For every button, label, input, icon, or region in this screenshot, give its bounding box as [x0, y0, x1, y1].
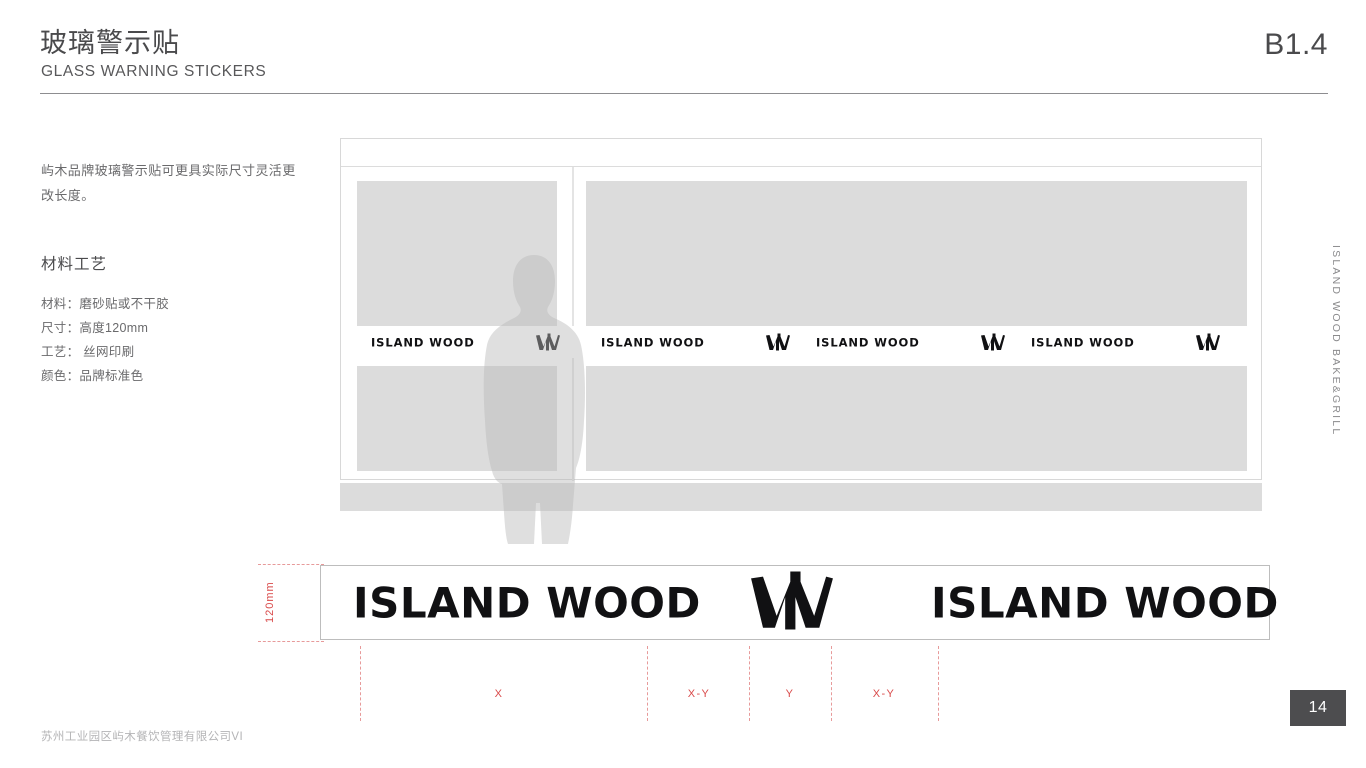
sticker-wordmark-right: ISLAND WOOD: [931, 578, 1279, 627]
strip-logo-unit: ISLAND WOOD: [601, 333, 791, 351]
footer-company: 苏州工业园区屿木餐饮管理有限公司VI: [41, 731, 244, 743]
description-text: 屿木品牌玻璃警示贴可更具实际尺寸灵活更改长度。: [41, 163, 296, 203]
page-title-en: GLASS WARNING STICKERS: [41, 63, 267, 80]
dim-guide-v: [360, 646, 361, 721]
sticker-wordmark-left: ISLAND WOOD: [353, 578, 701, 627]
sticker-content: ISLAND WOOD ISLAND WOOD: [321, 566, 1278, 639]
page-number-badge: 14: [1290, 690, 1346, 726]
person-silhouette-icon: [480, 253, 590, 545]
island-wood-w-monogram-icon: [1195, 333, 1221, 351]
warning-sticker-strip: ISLAND WOOD ISLAND WOOD ISLAND WOOD ISLA…: [341, 326, 1261, 358]
dim-guide-bottom: [258, 641, 324, 642]
height-dimension-label: 120mm: [264, 581, 276, 623]
dim-guide-top: [258, 564, 324, 565]
dim-guide-v: [938, 646, 939, 721]
dim-guide-v: [647, 646, 648, 721]
guideline-page: 玻璃警示贴 GLASS WARNING STICKERS B1.4 屿木品牌玻璃…: [0, 0, 1366, 768]
glass-pane: [586, 181, 1247, 326]
dim-guide-v: [831, 646, 832, 721]
strip-wordmark: ISLAND WOOD: [601, 335, 705, 349]
page-title-cn: 玻璃警示贴: [40, 28, 180, 58]
vertical-brand-text: ISLAND WOOD BAKE&GRILL: [1330, 245, 1342, 437]
transom-band: [341, 139, 1261, 167]
spec-row: 工艺： 丝网印刷: [41, 345, 135, 359]
spec-heading: 材料工艺: [41, 256, 108, 273]
spec-list: 材料：磨砂贴或不干胶 尺寸：高度120mm 工艺： 丝网印刷 颜色：品牌标准色: [41, 292, 311, 388]
strip-wordmark: ISLAND WOOD: [1031, 335, 1135, 349]
glass-pane: [586, 366, 1247, 471]
island-wood-w-monogram-icon: [765, 333, 791, 351]
dim-label-y: Y: [785, 688, 795, 700]
spec-row: 材料：磨砂贴或不干胶: [41, 297, 170, 311]
strip-wordmark: ISLAND WOOD: [816, 335, 920, 349]
header-divider: [40, 93, 1328, 94]
strip-wordmark: ISLAND WOOD: [371, 335, 475, 349]
sticker-dimension-artwork: ISLAND WOOD ISLAND WOOD: [320, 565, 1278, 640]
spec-row: 颜色：品牌标准色: [41, 369, 144, 383]
dim-guide-v: [749, 646, 750, 721]
floor-band: [340, 483, 1262, 511]
spec-row: 尺寸：高度120mm: [41, 321, 149, 335]
strip-logo-unit: ISLAND WOOD: [1031, 333, 1221, 351]
strip-logo-unit: ISLAND WOOD: [816, 333, 1006, 351]
dim-label-x: X: [494, 688, 504, 700]
storefront-mockup: ISLAND WOOD ISLAND WOOD ISLAND WOOD ISLA…: [340, 138, 1262, 481]
dim-label-xy-2: X-Y: [872, 688, 896, 700]
island-wood-w-monogram-icon: [980, 333, 1006, 351]
strip-content: ISLAND WOOD ISLAND WOOD ISLAND WOOD ISLA…: [341, 326, 1261, 358]
island-wood-w-monogram-icon: [746, 571, 838, 634]
dim-label-xy-1: X-Y: [687, 688, 711, 700]
section-code: B1.4: [1264, 28, 1328, 61]
